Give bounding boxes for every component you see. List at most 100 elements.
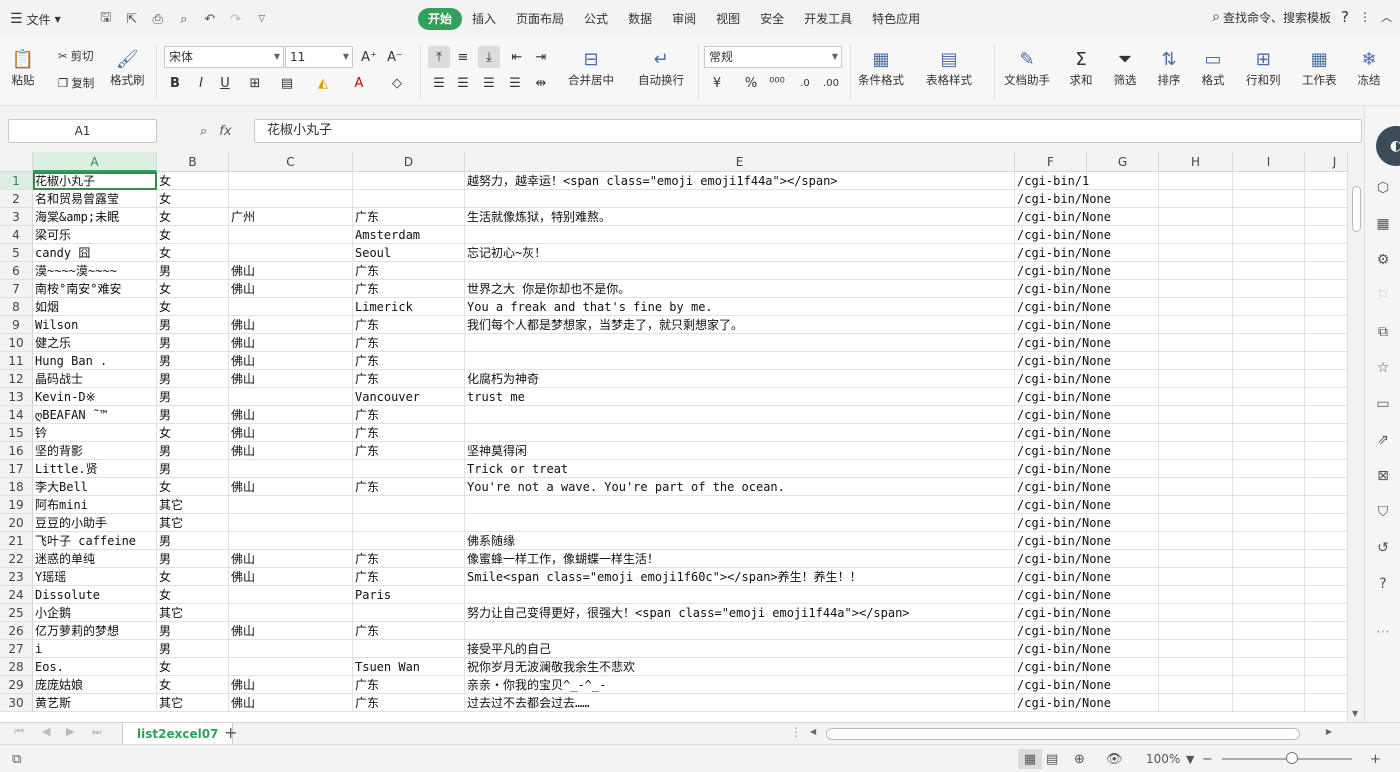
zoom-dropdown-icon[interactable]: ▼: [1186, 749, 1194, 769]
copy-button[interactable]: ❐ 复制: [58, 75, 94, 91]
align-center-icon[interactable]: ☰: [452, 72, 474, 94]
row-header[interactable]: 24: [0, 586, 33, 604]
cell-a[interactable]: Little.贤: [33, 460, 157, 478]
formula-input[interactable]: 花椒小丸子: [254, 119, 1362, 143]
table-style-button[interactable]: ▤ 表格样式: [926, 46, 972, 88]
cell-c[interactable]: [229, 514, 353, 532]
bold-icon[interactable]: B: [164, 72, 186, 94]
cell-e[interactable]: [465, 406, 1015, 424]
cell-c[interactable]: 佛山: [229, 568, 353, 586]
conditional-format-button[interactable]: ▦ 条件格式: [858, 46, 904, 88]
cell-c[interactable]: 佛山: [229, 442, 353, 460]
cut-button[interactable]: ✂ 剪切: [58, 48, 94, 64]
cell-empty[interactable]: [1233, 352, 1305, 370]
zoom-level[interactable]: 100%: [1146, 749, 1180, 769]
currency-icon[interactable]: ¥: [706, 72, 728, 94]
file-menu[interactable]: ☰ 文件 ▼: [0, 0, 71, 38]
tab-insert[interactable]: 插入: [462, 8, 506, 30]
cell-a[interactable]: 海棠&amp;未眠: [33, 208, 157, 226]
underline-icon[interactable]: U: [214, 72, 236, 94]
collapse-ribbon-icon[interactable]: ︿: [1381, 9, 1392, 25]
cell-b[interactable]: 女: [157, 568, 229, 586]
tab-security[interactable]: 安全: [750, 8, 794, 30]
filter-button[interactable]: ⏷ 筛选: [1112, 46, 1138, 88]
cell-empty[interactable]: [1305, 406, 1347, 424]
row-header[interactable]: 8: [0, 298, 33, 316]
cell-b[interactable]: 男: [157, 442, 229, 460]
row-header[interactable]: 28: [0, 658, 33, 676]
align-top-icon[interactable]: ⤒: [428, 46, 450, 68]
justify-icon[interactable]: ☰: [504, 72, 526, 94]
cell-f[interactable]: /cgi-bin/None: [1015, 658, 1111, 676]
cell-e[interactable]: Trick or treat: [465, 460, 1015, 478]
cell-e[interactable]: 越努力，越幸运！<span class="emoji emoji1f44a"><…: [465, 172, 1015, 190]
cell-e[interactable]: You're not a wave. You're part of the oc…: [465, 478, 1015, 496]
share-icon[interactable]: ⇗: [1373, 430, 1393, 450]
align-right-icon[interactable]: ☰: [478, 72, 500, 94]
fx-icon[interactable]: fx: [219, 124, 231, 139]
cell-a[interactable]: Dissolute: [33, 586, 157, 604]
cell-empty[interactable]: [1159, 316, 1233, 334]
save-icon[interactable]: 🖫: [95, 8, 117, 30]
cell-empty[interactable]: [1233, 208, 1305, 226]
cell-d[interactable]: 广东: [353, 208, 465, 226]
distribute-icon[interactable]: ⇹: [530, 72, 552, 94]
cell-empty[interactable]: [1305, 352, 1347, 370]
cell-f[interactable]: /cgi-bin/None: [1015, 442, 1111, 460]
cell-empty[interactable]: [1233, 640, 1305, 658]
format-painter-button[interactable]: 🖌 格式刷: [110, 46, 145, 88]
cell-d[interactable]: Vancouver: [353, 388, 465, 406]
cell-a[interactable]: candy 囧: [33, 244, 157, 262]
cell-f[interactable]: /cgi-bin/None: [1015, 694, 1111, 712]
cell-f[interactable]: /cgi-bin/None: [1015, 298, 1111, 316]
cell-c[interactable]: 广州: [229, 208, 353, 226]
print-icon[interactable]: ⎙: [147, 8, 169, 30]
cell-e[interactable]: Smile<span class="emoji emoji1f60c"></sp…: [465, 568, 1015, 586]
cell-f[interactable]: /cgi-bin/None: [1015, 208, 1111, 226]
font-name-select[interactable]: 宋体 ▼: [164, 46, 284, 68]
cell-d[interactable]: [353, 460, 465, 478]
row-header[interactable]: 9: [0, 316, 33, 334]
worksheet-button[interactable]: ▦ 工作表: [1302, 46, 1337, 88]
cell-empty[interactable]: [1305, 172, 1347, 190]
number-format-select[interactable]: 常规 ▼: [704, 46, 842, 68]
cell-b[interactable]: 女: [157, 244, 229, 262]
horizontal-scrollbar[interactable]: ◀ ▶: [806, 727, 1336, 741]
cell-b[interactable]: 男: [157, 550, 229, 568]
cell-b[interactable]: 女: [157, 208, 229, 226]
tab-page-layout[interactable]: 页面布局: [506, 8, 574, 30]
cell-empty[interactable]: [1233, 316, 1305, 334]
column-header-a[interactable]: A: [33, 152, 157, 172]
settings-icon[interactable]: ⚙: [1373, 250, 1393, 270]
cell-d[interactable]: 广东: [353, 424, 465, 442]
cell-empty[interactable]: [1159, 388, 1233, 406]
cell-f[interactable]: /cgi-bin/None: [1015, 262, 1111, 280]
column-header-d[interactable]: D: [353, 152, 465, 172]
paste-button[interactable]: 📋 粘贴: [10, 46, 36, 88]
cell-c[interactable]: [229, 496, 353, 514]
cell-a[interactable]: Y瑶瑶: [33, 568, 157, 586]
cell-e[interactable]: trust me: [465, 388, 1015, 406]
cell-empty[interactable]: [1233, 424, 1305, 442]
cell-empty[interactable]: [1233, 568, 1305, 586]
row-header[interactable]: 4: [0, 226, 33, 244]
cell-d[interactable]: [353, 640, 465, 658]
command-search[interactable]: ⌕ 查找命令、搜索模板: [1212, 9, 1331, 26]
cell-f[interactable]: /cgi-bin/None: [1015, 244, 1111, 262]
prev-sheet-icon[interactable]: ◀: [42, 725, 50, 738]
cell-empty[interactable]: [1305, 298, 1347, 316]
cell-empty[interactable]: [1159, 478, 1233, 496]
scroll-right-icon[interactable]: ▶: [1326, 727, 1332, 736]
cell-empty[interactable]: [1233, 622, 1305, 640]
table-icon[interactable]: ▦: [1373, 214, 1393, 234]
row-header[interactable]: 12: [0, 370, 33, 388]
cell-a[interactable]: Hung Ban .: [33, 352, 157, 370]
first-sheet-icon[interactable]: ⏮: [14, 725, 24, 739]
cell-empty[interactable]: [1305, 478, 1347, 496]
tab-review[interactable]: 审阅: [662, 8, 706, 30]
column-header-i[interactable]: I: [1233, 152, 1305, 172]
help-icon[interactable]: ?: [1341, 8, 1349, 26]
cell-empty[interactable]: [1305, 514, 1347, 532]
cell-empty[interactable]: [1305, 334, 1347, 352]
cell-e[interactable]: 过去过不去都会过去……: [465, 694, 1015, 712]
